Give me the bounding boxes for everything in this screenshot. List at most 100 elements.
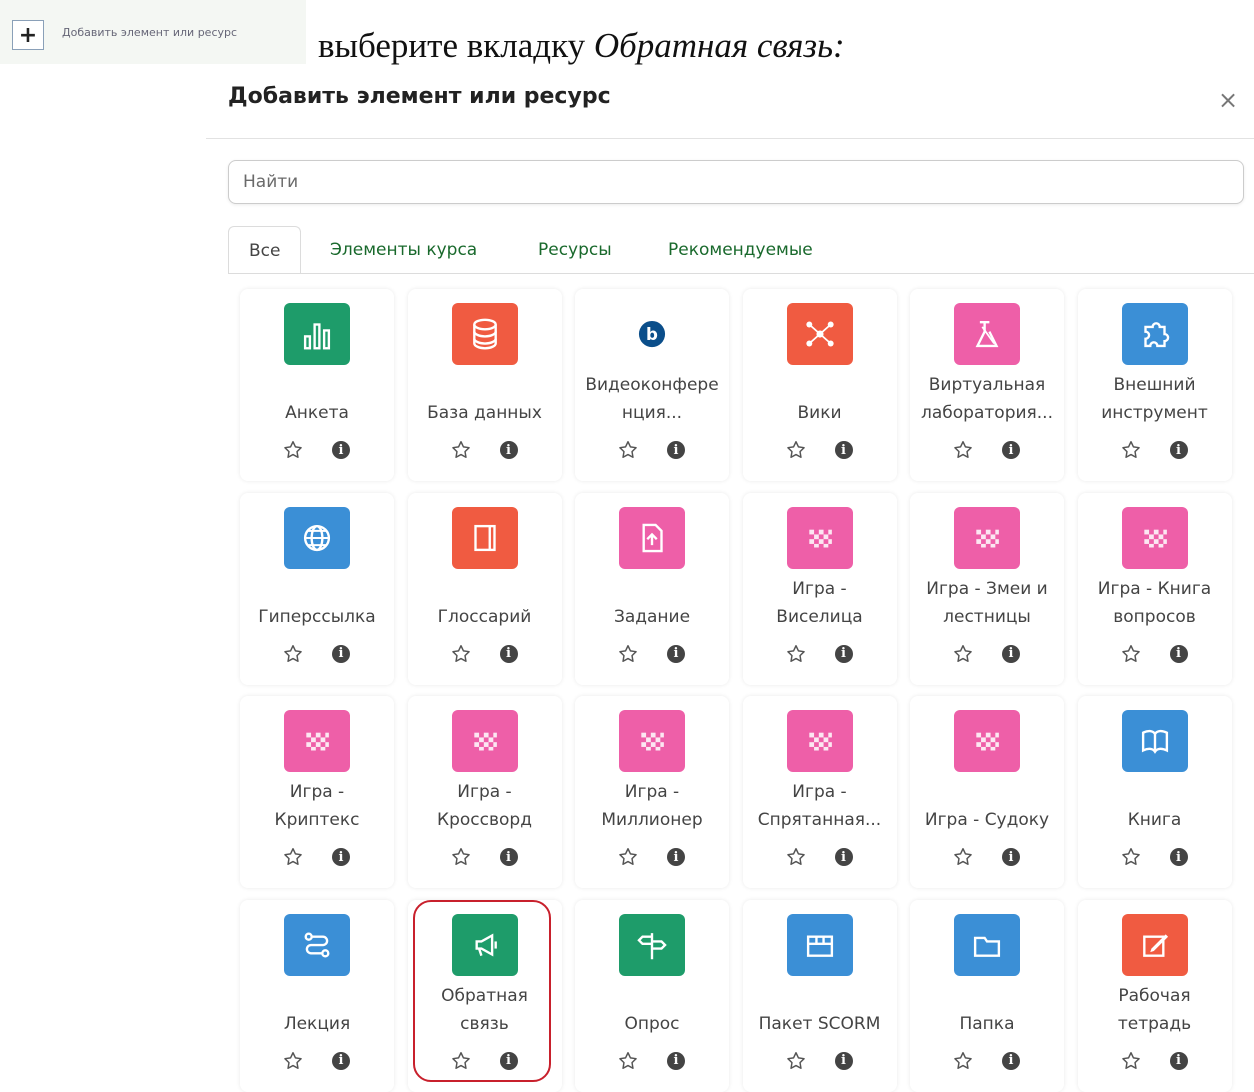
activity-label: тетрадь — [1117, 1013, 1192, 1034]
folder-icon — [954, 913, 1020, 976]
activity-card[interactable]: Игра - Судоку i — [910, 696, 1064, 888]
info-icon[interactable]: i — [1002, 848, 1020, 866]
add-activity-link[interactable]: Добавить элемент или ресурс — [62, 26, 237, 39]
activity-label: Игра - — [792, 578, 847, 599]
star-icon[interactable] — [1120, 643, 1142, 665]
activity-card[interactable]: Опрос i — [575, 899, 729, 1092]
activity-card[interactable]: Пакет SCORM i — [742, 899, 897, 1092]
activity-card[interactable]: Игра - Миллионер i — [575, 696, 729, 888]
info-icon[interactable]: i — [834, 644, 853, 663]
database-icon — [451, 303, 518, 365]
game-grid-icon — [954, 506, 1020, 569]
add-activity-strip: + Добавить элемент или ресурс — [0, 0, 306, 64]
search-input[interactable] — [228, 160, 1244, 204]
info-icon[interactable]: i — [1169, 1051, 1188, 1070]
game-grid-icon — [786, 710, 853, 772]
bigbluebutton-icon: b — [619, 303, 685, 365]
activity-card[interactable]: Глоссарий i — [407, 492, 562, 685]
activity-card[interactable]: Игра - Змеи и лестницы i — [910, 492, 1064, 685]
star-icon[interactable] — [450, 846, 472, 868]
star-icon[interactable] — [785, 439, 807, 461]
star-icon[interactable] — [617, 439, 639, 461]
activity-label: База данных — [427, 403, 542, 423]
tab-recommended[interactable]: Рекомендуемые — [648, 226, 833, 274]
info-icon[interactable]: i — [332, 1051, 350, 1070]
modal-header-divider — [206, 138, 1254, 139]
star-icon[interactable] — [617, 1050, 639, 1072]
star-icon[interactable] — [450, 643, 472, 665]
activity-card[interactable]: b Видеоконфере нция... i — [575, 289, 729, 481]
info-icon[interactable]: i — [834, 441, 853, 459]
activity-label: Игра - — [289, 782, 345, 802]
star-icon[interactable] — [785, 846, 807, 868]
star-icon[interactable] — [1120, 1050, 1142, 1072]
open-book-icon — [1121, 710, 1188, 772]
tab-resources[interactable]: Ресурсы — [518, 226, 632, 274]
star-icon[interactable] — [1120, 846, 1142, 868]
info-icon[interactable]: i — [834, 848, 853, 866]
star-icon[interactable] — [785, 1050, 807, 1072]
package-box-icon — [786, 913, 853, 976]
activity-label: Гиперссылка — [258, 606, 376, 627]
info-icon[interactable]: i — [499, 441, 518, 459]
info-icon[interactable]: i — [834, 1051, 853, 1070]
tab-list: Все Элементы курса Ресурсы Рекомендуемые — [228, 226, 1254, 274]
tabs-underline — [228, 273, 1254, 274]
virtual-lab-icon — [954, 303, 1020, 365]
star-icon[interactable] — [617, 643, 639, 665]
info-icon[interactable]: i — [667, 441, 685, 459]
activity-card[interactable]: Игра - Спрятанная... i — [742, 696, 897, 888]
activity-card[interactable]: Лекция i — [240, 899, 394, 1092]
info-icon[interactable]: i — [667, 644, 685, 663]
star-icon[interactable] — [952, 846, 974, 868]
star-icon[interactable] — [282, 846, 304, 868]
activity-card[interactable]: Папка i — [910, 899, 1064, 1092]
star-icon[interactable] — [282, 439, 304, 461]
lesson-path-icon — [284, 913, 350, 976]
activity-card[interactable]: Игра - Криптекс i — [240, 696, 394, 888]
activity-card[interactable]: Игра - Кроссворд i — [407, 696, 562, 888]
star-icon[interactable] — [952, 1050, 974, 1072]
info-icon[interactable]: i — [499, 644, 518, 663]
activity-card[interactable]: Анкета i — [240, 289, 394, 481]
info-icon[interactable]: i — [667, 848, 685, 866]
add-activity-plus-button[interactable]: + — [12, 20, 44, 50]
activity-label: вопросов — [1113, 606, 1196, 627]
star-icon[interactable] — [282, 643, 304, 665]
info-icon[interactable]: i — [1002, 1051, 1020, 1070]
activity-card[interactable]: Внешний инструмент i — [1077, 289, 1232, 481]
info-icon[interactable]: i — [499, 848, 518, 866]
activity-card[interactable]: Задание i — [575, 492, 729, 685]
activity-card[interactable]: Виртуальная лаборатория... i — [910, 289, 1064, 481]
activity-card[interactable]: Рабочая тетрадь i — [1077, 899, 1232, 1092]
star-icon[interactable] — [1120, 439, 1142, 461]
star-icon[interactable] — [617, 846, 639, 868]
instruction-prefix: выберите вкладку — [318, 26, 594, 65]
activity-card[interactable]: Вики i — [742, 289, 897, 481]
activity-card[interactable]: Гиперссылка i — [240, 492, 394, 685]
info-icon[interactable]: i — [1169, 441, 1188, 459]
info-icon[interactable]: i — [1169, 848, 1188, 866]
star-icon[interactable] — [785, 643, 807, 665]
activity-card[interactable]: База данных i — [407, 289, 562, 481]
info-icon[interactable]: i — [332, 441, 350, 459]
activity-card[interactable]: Книга i — [1077, 696, 1232, 888]
info-icon[interactable]: i — [1169, 644, 1188, 663]
tab-activities[interactable]: Элементы курса — [310, 226, 497, 274]
tab-all[interactable]: Все — [228, 226, 302, 274]
close-icon[interactable]: × — [1218, 86, 1238, 114]
info-icon[interactable]: i — [1002, 441, 1020, 459]
activity-label: Рабочая — [1118, 985, 1191, 1006]
activity-card[interactable]: Игра - Виселица i — [742, 492, 897, 685]
star-icon[interactable] — [952, 439, 974, 461]
game-grid-icon — [451, 710, 518, 772]
info-icon[interactable]: i — [1002, 644, 1020, 663]
info-icon[interactable]: i — [332, 848, 350, 866]
star-icon[interactable] — [450, 439, 472, 461]
info-icon[interactable]: i — [667, 1051, 685, 1070]
star-icon[interactable] — [952, 643, 974, 665]
star-icon[interactable] — [282, 1050, 304, 1072]
activity-label: Вики — [797, 403, 842, 423]
activity-card[interactable]: Игра - Книга вопросов i — [1077, 492, 1232, 685]
info-icon[interactable]: i — [332, 644, 350, 663]
